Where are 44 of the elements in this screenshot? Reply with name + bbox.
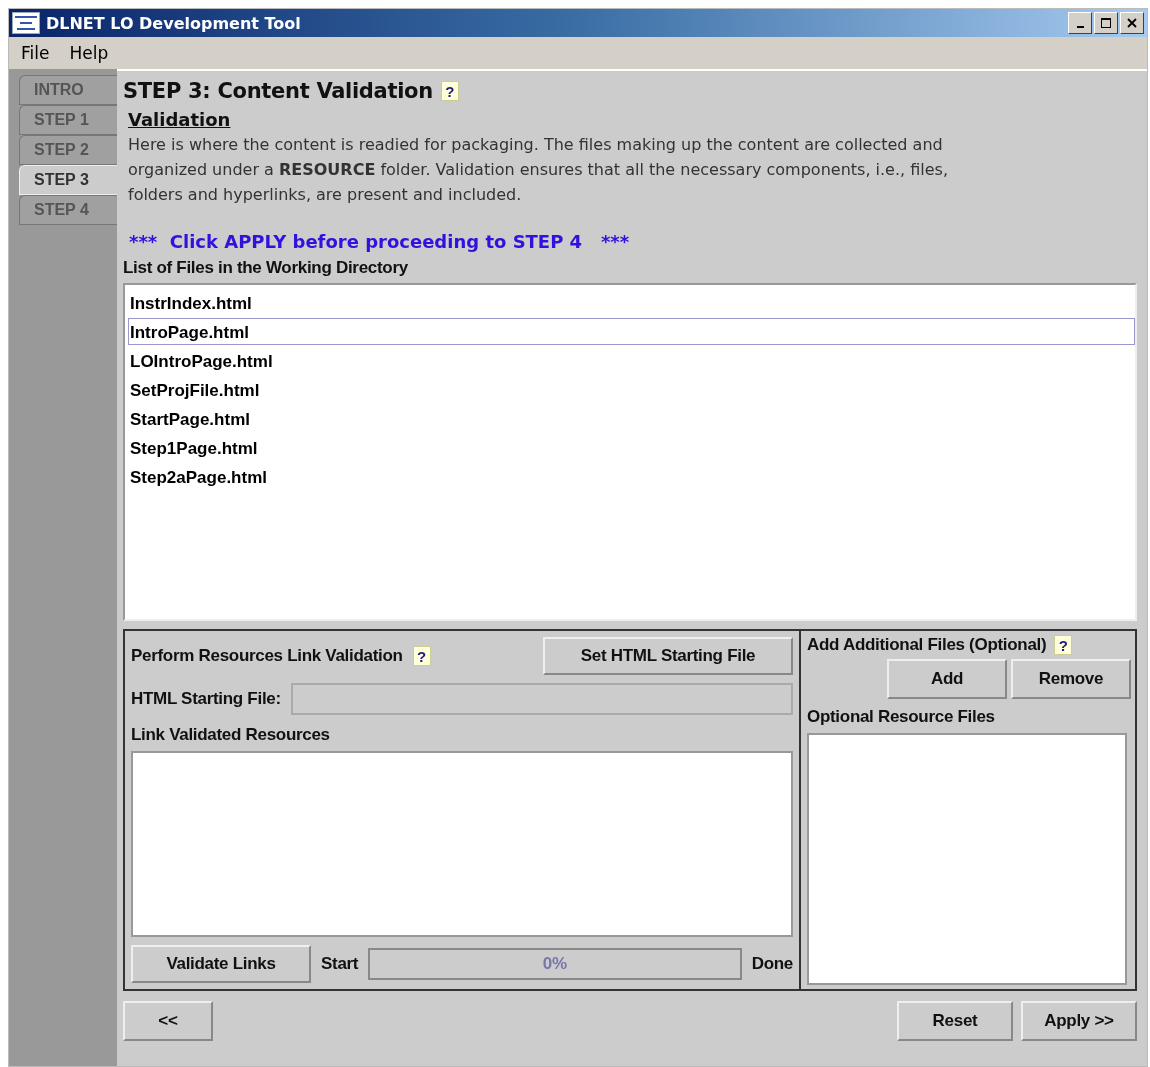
- set-starting-file-button[interactable]: Set HTML Starting File: [543, 637, 793, 675]
- file-list-item[interactable]: LOIntroPage.html: [128, 347, 1135, 374]
- minimize-button[interactable]: [1068, 12, 1092, 34]
- help-icon[interactable]: ?: [1054, 635, 1073, 655]
- window-title: DLNET LO Development Tool: [46, 13, 301, 33]
- file-list[interactable]: InstrIndex.html IntroPage.html LOIntroPage.html SetProjFile.html StartPage.html Step1Page.html Step2aPage.html: [123, 283, 1137, 621]
- menu-item[interactable]: File: [21, 43, 50, 63]
- file-list-item[interactable]: IntroPage.html: [128, 318, 1135, 345]
- start-label: Start: [321, 954, 359, 974]
- help-icon[interactable]: ?: [412, 646, 431, 666]
- optional-files-list[interactable]: [807, 733, 1127, 985]
- back-button[interactable]: <<: [123, 1001, 213, 1041]
- apply-notice: *** Click APPLY before proceeding to STEP 4 ***: [129, 231, 630, 252]
- link-validation-title: Perform Resources Link Validation: [131, 646, 403, 666]
- minimize-icon: [1076, 26, 1084, 28]
- step-heading: STEP 3: Content Validation: [123, 79, 433, 103]
- apply-button[interactable]: Apply >>: [1021, 1001, 1137, 1041]
- reset-button[interactable]: Reset: [897, 1001, 1013, 1041]
- validated-resources-list[interactable]: [131, 751, 793, 937]
- remove-button[interactable]: Remove: [1011, 659, 1131, 699]
- optional-files-label: Optional Resource Files: [807, 707, 996, 727]
- file-list-item[interactable]: InstrIndex.html: [128, 289, 1135, 316]
- starting-file-label: HTML Starting File:: [131, 689, 281, 709]
- section-title: Validation: [128, 109, 231, 130]
- add-button[interactable]: Add: [887, 659, 1007, 699]
- maximize-button[interactable]: [1094, 12, 1118, 34]
- close-icon: [1126, 17, 1138, 29]
- step-tab[interactable]: STEP 3: [19, 165, 117, 195]
- additional-files-title: Add Additional Files (Optional): [807, 635, 1047, 655]
- file-list-item[interactable]: Step1Page.html: [128, 434, 1135, 461]
- maximize-icon: [1100, 17, 1112, 29]
- done-label: Done: [751, 954, 793, 974]
- menu-item[interactable]: Help: [69, 43, 109, 63]
- close-button[interactable]: [1120, 12, 1144, 34]
- files-list-label: List of Files in the Working Directory: [123, 258, 408, 278]
- file-list-item[interactable]: StartPage.html: [128, 405, 1135, 432]
- progress-reading: 0%: [542, 954, 568, 974]
- file-list-item[interactable]: Step2aPage.html: [128, 463, 1135, 490]
- help-icon[interactable]: ?: [440, 81, 459, 101]
- app-logo-icon: [12, 12, 40, 34]
- description-text: Here is where the content is readied for packaging. The files making up the content are collected and organized under a RESOURCE folder. Validation ensures that all the necessary components, i.e., files, folders and hyperlinks, are present and included.: [128, 134, 949, 206]
- validated-resources-label: Link Validated Resources: [131, 725, 331, 745]
- validate-links-button[interactable]: Validate Links: [131, 945, 311, 983]
- file-list-item[interactable]: SetProjFile.html: [128, 376, 1135, 403]
